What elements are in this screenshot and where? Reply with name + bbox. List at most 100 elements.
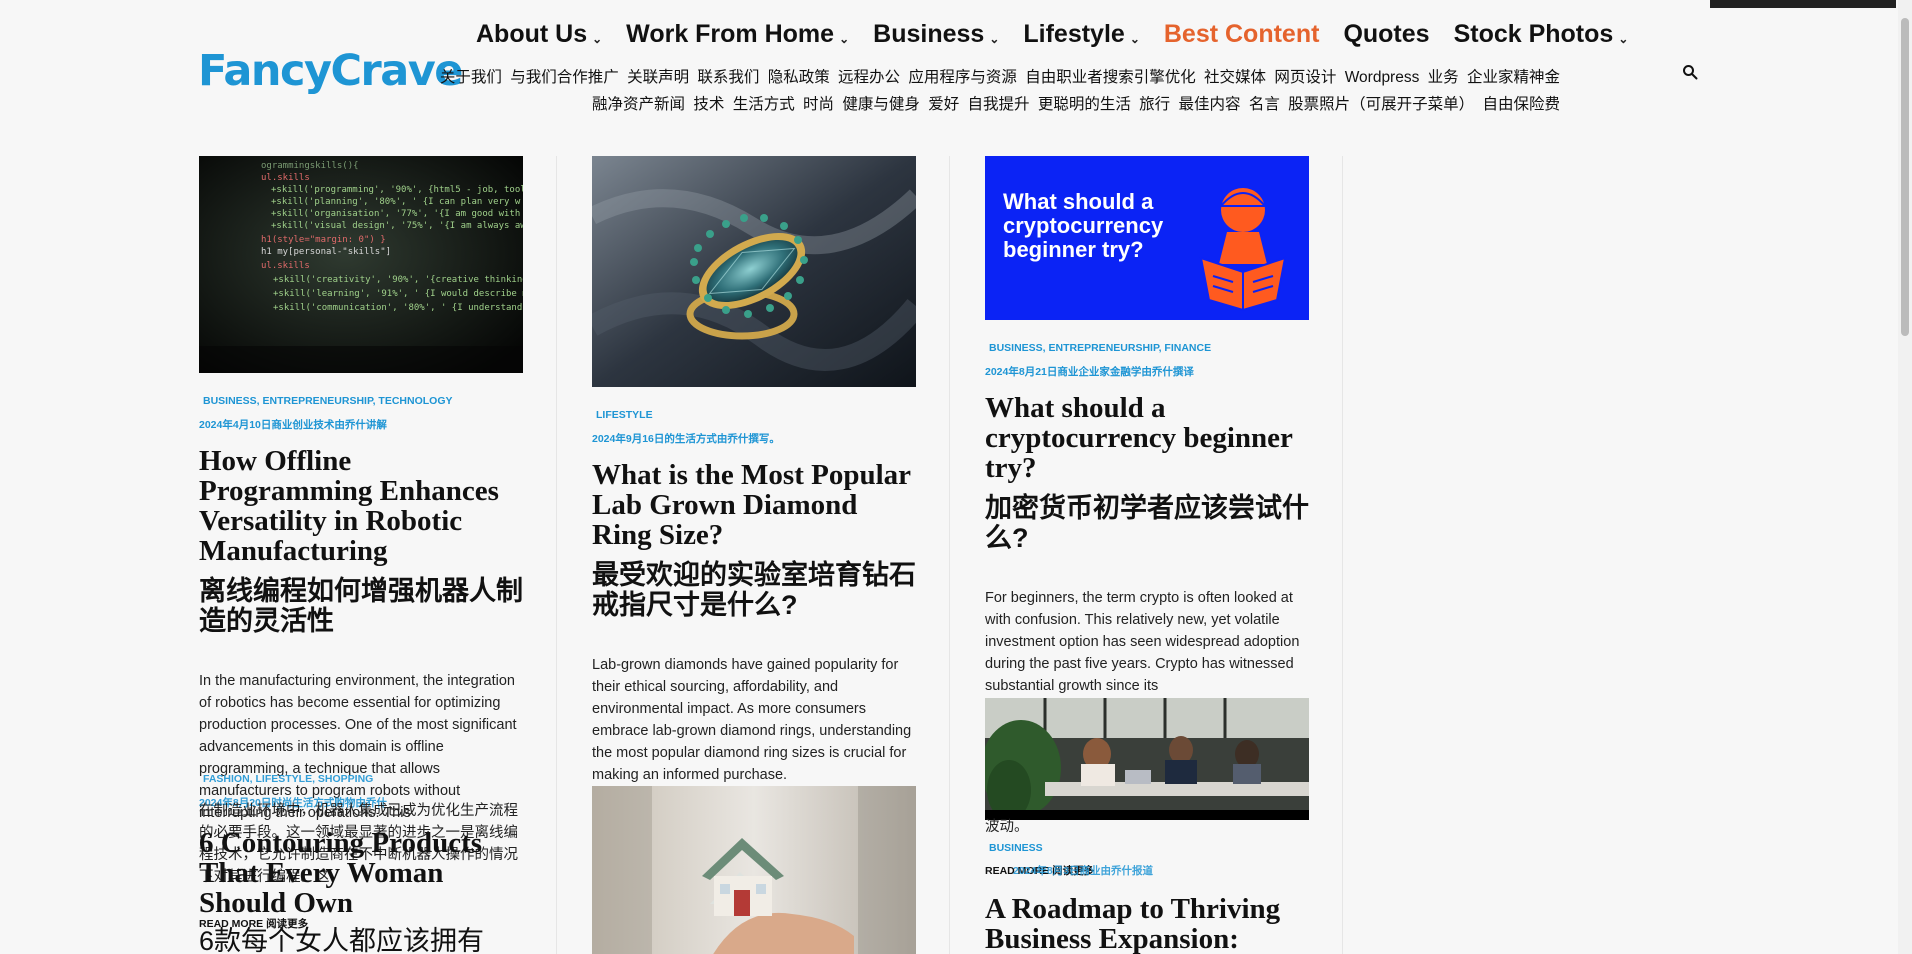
- sub-nav-item[interactable]: 名言: [1249, 96, 1280, 113]
- post-title-zh[interactable]: 加密货币初学者应该尝试什么?: [985, 493, 1311, 553]
- nav-item-work-from-home[interactable]: Work From Home ⌄: [626, 20, 849, 49]
- nav-item-label: Lifestyle: [1023, 20, 1125, 48]
- svg-text:ul.skills: ul.skills: [261, 261, 310, 271]
- post-meta: 2024年8月21日商业企业家金融学由乔什撰译: [985, 366, 1194, 378]
- sub-nav-item[interactable]: 自由保险费: [1482, 96, 1560, 113]
- post-thumbnail-office-meeting[interactable]: [985, 698, 1309, 820]
- svg-text:ogrammingskills(){: ogrammingskills(){: [261, 161, 359, 171]
- sub-nav-item[interactable]: 社交媒体: [1204, 69, 1266, 86]
- sub-nav-item[interactable]: 网页设计: [1274, 69, 1336, 86]
- svg-text:h1 my[personal-"skills"]: h1 my[personal-"skills"]: [261, 247, 391, 257]
- column-divider: [949, 156, 950, 954]
- scrollbar-thumb[interactable]: [1901, 18, 1909, 336]
- chevron-down-icon: ⌄: [1618, 31, 1629, 46]
- post-title-zh[interactable]: 离线编程如何增强机器人制造的灵活性: [199, 576, 525, 636]
- post-column-2: LIFESTYLE 2024年9月16日的生活方式由乔什撰写。 What is …: [592, 156, 918, 954]
- post-card: 6 Contouring Products That Every Woman S…: [199, 828, 525, 918]
- post-title-en[interactable]: What should a cryptocurrency beginner tr…: [985, 393, 1311, 483]
- svg-text:h1(style="margin: 0") }: h1(style="margin: 0") }: [261, 235, 386, 245]
- sub-nav-item[interactable]: 应用程序与资源: [908, 69, 1017, 86]
- translated-sub-nav: 关于我们 与我们合作推广 关联声明 联系我们 隐私政策 远程办公 应用程序与资源…: [428, 64, 1560, 118]
- sub-nav-item[interactable]: 健康与健身: [842, 96, 920, 113]
- sub-nav-item[interactable]: 远程办公: [838, 69, 900, 86]
- sub-nav-item[interactable]: 旅行: [1139, 96, 1170, 113]
- sub-nav-item[interactable]: 时尚: [803, 96, 834, 113]
- sub-nav-item[interactable]: 关于我们: [440, 69, 502, 86]
- column-divider: [556, 156, 557, 954]
- sub-nav-item[interactable]: 业务: [1428, 69, 1459, 86]
- svg-text:+skill('programming', '90%', {: +skill('programming', '90%', {html5 - jo…: [271, 185, 523, 195]
- sub-nav-item[interactable]: 与我们合作推广: [510, 69, 619, 86]
- search-icon[interactable]: [1682, 64, 1698, 80]
- site-logo[interactable]: FancyCrave: [198, 46, 463, 96]
- post-column-3: What should a cryptocurrency beginner tr…: [985, 156, 1311, 954]
- page: FancyCrave About Us ⌄ Work From Home ⌄ Busin…: [0, 0, 1912, 954]
- post-meta: 2024年4月10日商业创业技术由乔什讲解: [199, 419, 387, 431]
- nav-item-business[interactable]: Business ⌄: [873, 20, 999, 49]
- svg-text:+skill('organisation', '77%',: +skill('organisation', '77%', '{I am goo…: [271, 209, 523, 219]
- post-categories[interactable]: BUSINESS, ENTREPRENEURSHIP, FINANCE: [985, 342, 1311, 354]
- nav-item-about-us[interactable]: About Us ⌄: [476, 20, 602, 49]
- post-meta: 2024年8月3日商业由乔什报道: [1013, 865, 1154, 877]
- chevron-down-icon: ⌄: [592, 31, 603, 46]
- post-title-en[interactable]: A Roadmap to Thriving Business Expansion…: [985, 894, 1311, 954]
- nav-item-label: Best Content: [1163, 20, 1320, 48]
- column-divider: [1342, 156, 1343, 954]
- main-nav: About Us ⌄ Work From Home ⌄ Business ⌄ Lifesty…: [476, 20, 1652, 49]
- post-card: [592, 786, 918, 954]
- sub-nav-item[interactable]: 技术: [693, 96, 724, 113]
- post-meta: 2024年9月16日的生活方式由乔什撰写。: [592, 433, 780, 445]
- sub-nav-item[interactable]: 自我提升: [968, 96, 1030, 113]
- post-thumbnail-house-in-hand[interactable]: [592, 786, 916, 954]
- chevron-down-icon: ⌄: [989, 31, 1000, 46]
- sub-nav-item[interactable]: 联系我们: [697, 69, 759, 86]
- nav-item-label: Quotes: [1343, 20, 1430, 48]
- post-excerpt-tail: 波动。: [985, 819, 1029, 835]
- post-categories[interactable]: BUSINESS: [985, 842, 1043, 854]
- svg-text:+skill('communication', '80%',: +skill('communication', '80%', ' {I unde…: [273, 303, 522, 313]
- sub-nav-item[interactable]: 爱好: [928, 96, 959, 113]
- post-categories[interactable]: BUSINESS, ENTREPRENEURSHIP, TECHNOLOGY: [199, 395, 525, 407]
- svg-text:+skill('planning', '80%', ' {I: +skill('planning', '80%', ' {I can plan …: [271, 197, 521, 207]
- nav-item-label: Stock Photos: [1453, 20, 1614, 48]
- post-categories[interactable]: LIFESTYLE: [592, 409, 918, 421]
- nav-item-label: Business: [873, 20, 985, 48]
- post-card: What should a cryptocurrency beginner tr…: [985, 156, 1311, 697]
- post-title-en[interactable]: 6 Contouring Products That Every Woman S…: [199, 828, 525, 918]
- scrollbar[interactable]: [1898, 0, 1912, 954]
- nav-item-lifestyle[interactable]: Lifestyle ⌄: [1023, 20, 1140, 49]
- sub-nav-item[interactable]: 生活方式: [733, 96, 795, 113]
- post-column-1: ogrammingskills(){ ul.skills +skill('pro…: [199, 156, 525, 954]
- reader-illustration: [1199, 188, 1287, 312]
- svg-text:+skill('visual design', '75%',: +skill('visual design', '75%', '{I am al…: [271, 221, 523, 231]
- sub-nav-item[interactable]: Wordpress: [1345, 69, 1420, 86]
- post-excerpt: For beginners, the term crypto is often …: [985, 590, 1300, 694]
- post-title-zh[interactable]: 6款每个女人都应该拥有: [199, 926, 484, 954]
- banner-text: What should a cryptocurrency beginner tr…: [1003, 189, 1164, 262]
- post-title-zh[interactable]: 最受欢迎的实验室培育钻石戒指尺寸是什么?: [592, 560, 918, 620]
- sub-nav-item[interactable]: 股票照片（可展开子菜单）: [1288, 96, 1474, 113]
- svg-text:+skill('creativity', '90%', '{: +skill('creativity', '90%', '{creative t…: [273, 275, 523, 285]
- sub-nav-item[interactable]: 自由职业者搜索引擎优化: [1025, 69, 1196, 86]
- nav-item-quotes[interactable]: Quotes: [1343, 20, 1429, 49]
- sub-nav-item[interactable]: 更聪明的生活: [1038, 96, 1131, 113]
- nav-item-stock-photos[interactable]: Stock Photos ⌄: [1454, 20, 1629, 49]
- sub-nav-item[interactable]: 关联声明: [627, 69, 689, 86]
- chevron-down-icon: ⌄: [1129, 31, 1140, 46]
- post-card: [985, 698, 1311, 820]
- nav-item-best-content[interactable]: Best Content: [1164, 20, 1320, 49]
- nav-item-label: About Us: [476, 20, 588, 48]
- sub-nav-item[interactable]: 最佳内容: [1179, 96, 1241, 113]
- post-categories[interactable]: FASHION, LIFESTYLE, SHOPPING: [199, 773, 525, 785]
- svg-text:ul.skills: ul.skills: [261, 173, 310, 183]
- post-title-en[interactable]: How Offline Programming Enhances Versati…: [199, 446, 525, 566]
- sub-nav-item[interactable]: 隐私政策: [768, 69, 830, 86]
- svg-text:+skill('learning', '91%', ' {I: +skill('learning', '91%', ' {I would des…: [273, 289, 523, 299]
- post-title-en[interactable]: What is the Most Popular Lab Grown Diamo…: [592, 460, 918, 550]
- nav-item-label: Work From Home: [626, 20, 835, 48]
- post-thumbnail-code-screen[interactable]: ogrammingskills(){ ul.skills +skill('pro…: [199, 156, 523, 373]
- chevron-down-icon: ⌄: [839, 31, 850, 46]
- post-thumbnail-diamond-ring[interactable]: [592, 156, 916, 387]
- post-thumbnail-crypto-banner[interactable]: What should a cryptocurrency beginner tr…: [985, 156, 1309, 320]
- post-card: LIFESTYLE 2024年9月16日的生活方式由乔什撰写。 What is …: [592, 156, 918, 786]
